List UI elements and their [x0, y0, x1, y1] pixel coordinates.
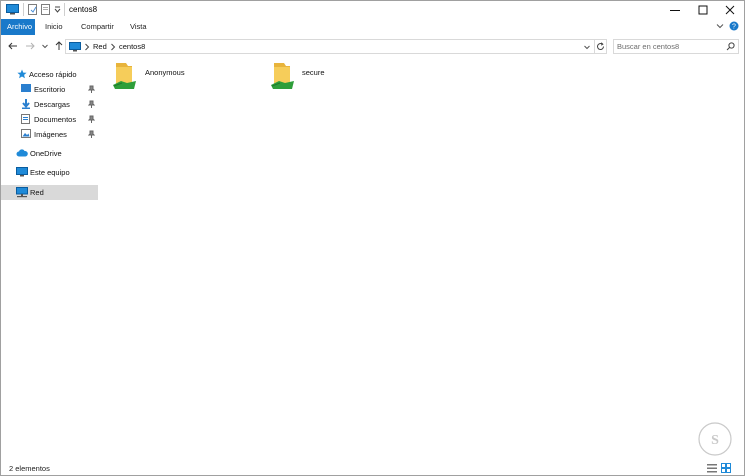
status-bar: 2 elementos [1, 461, 744, 475]
chevron-down-icon [42, 44, 48, 49]
sidebar-item-label: Documentos [34, 115, 77, 124]
list-item[interactable]: Anonymous [112, 61, 212, 97]
desktop-icon [21, 84, 31, 95]
network-icon [69, 42, 81, 54]
ribbon-tabs: Archivo Inicio Compartir Vista ? [1, 19, 744, 36]
explorer-icon[interactable] [6, 4, 19, 17]
sidebar-item-label: Red [30, 188, 44, 197]
new-folder-icon[interactable] [41, 4, 51, 17]
address-history-dropdown[interactable] [583, 43, 591, 53]
breadcrumb-red[interactable]: Red [93, 42, 107, 51]
sidebar-item-label: Escritorio [34, 85, 66, 94]
cloud-icon [16, 149, 28, 159]
title-bar: centos8 [1, 1, 744, 19]
expand-ribbon-icon[interactable] [716, 22, 724, 32]
refresh-button[interactable] [595, 39, 607, 54]
watermark-logo: S [689, 421, 741, 471]
tab-archivo[interactable]: Archivo [1, 19, 35, 35]
chevron-down-icon [584, 45, 590, 50]
search-input[interactable] [617, 41, 725, 52]
sidebar-item-label: Este equipo [30, 168, 70, 177]
item-count: 2 elementos [9, 464, 50, 473]
sidebar-item-quick-access[interactable]: Acceso rápido [1, 67, 98, 82]
minimize-icon [670, 10, 680, 11]
pin-icon [87, 130, 96, 140]
up-arrow-icon [55, 41, 63, 50]
chevron-right-icon[interactable] [84, 43, 90, 53]
properties-icon[interactable] [28, 4, 38, 17]
svg-text:S: S [711, 433, 719, 448]
close-button[interactable] [716, 1, 744, 19]
customize-dropdown-icon[interactable] [54, 6, 61, 15]
tab-inicio[interactable]: Inicio [39, 19, 69, 35]
address-bar[interactable]: Red centos8 [65, 39, 595, 54]
navigation-bar: Red centos8 [1, 36, 744, 56]
sidebar-item-este-equipo[interactable]: Este equipo [1, 165, 98, 180]
shared-folder-icon [112, 61, 138, 93]
back-arrow-icon [8, 42, 17, 50]
minimize-button[interactable] [661, 1, 689, 19]
sidebar-item-imagenes[interactable]: Imágenes [1, 127, 98, 142]
tab-compartir[interactable]: Compartir [75, 19, 120, 35]
close-icon [725, 5, 735, 15]
sidebar-item-label: OneDrive [30, 149, 62, 158]
navigation-pane: Acceso rápido Escritorio Descargas Docum… [1, 59, 98, 459]
sidebar-item-label: Acceso rápido [29, 70, 77, 79]
breadcrumb-centos8[interactable]: centos8 [119, 42, 145, 51]
shared-folder-icon [270, 61, 296, 93]
forward-arrow-icon [26, 42, 35, 50]
sidebar-item-label: Imágenes [34, 130, 67, 139]
sidebar-item-label: Descargas [34, 100, 70, 109]
sidebar-item-documentos[interactable]: Documentos [1, 112, 98, 127]
help-icon[interactable]: ? [729, 21, 739, 33]
file-explorer-window: centos8 Archivo Inicio Compartir Vista ? [0, 0, 745, 476]
network-icon [16, 187, 28, 200]
window-title: centos8 [69, 5, 98, 14]
sidebar-item-descargas[interactable]: Descargas [1, 97, 98, 112]
maximize-icon [698, 5, 708, 15]
file-list: Anonymous secure [98, 56, 744, 459]
pin-icon [87, 100, 96, 110]
forward-button[interactable] [24, 40, 36, 52]
search-box[interactable] [613, 39, 739, 54]
back-button[interactable] [7, 40, 19, 52]
file-name: Anonymous [145, 68, 185, 77]
downloads-icon [21, 99, 31, 111]
separator [64, 3, 66, 18]
file-name: secure [302, 68, 325, 77]
pictures-icon [21, 129, 31, 140]
separator [23, 3, 25, 18]
star-icon [17, 69, 27, 81]
tab-vista[interactable]: Vista [124, 19, 153, 35]
recent-locations-button[interactable] [39, 40, 51, 52]
pin-icon [87, 115, 96, 125]
sidebar-item-onedrive[interactable]: OneDrive [1, 146, 98, 161]
up-button[interactable] [53, 40, 65, 52]
maximize-button[interactable] [689, 1, 717, 19]
sidebar-item-escritorio[interactable]: Escritorio [1, 82, 98, 97]
computer-icon [16, 167, 28, 179]
search-icon [726, 42, 735, 53]
chevron-right-icon[interactable] [110, 43, 116, 53]
refresh-icon [597, 42, 604, 50]
svg-text:?: ? [732, 24, 736, 31]
pin-icon [87, 85, 96, 95]
documents-icon [21, 114, 30, 126]
sidebar-item-red[interactable]: Red [1, 185, 98, 200]
list-item[interactable]: secure [270, 61, 370, 97]
